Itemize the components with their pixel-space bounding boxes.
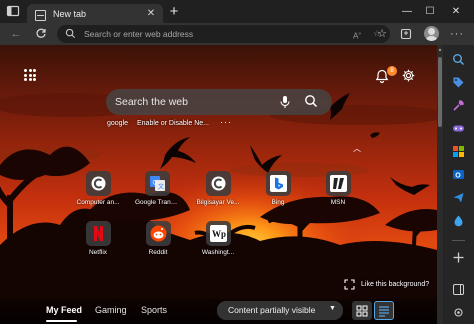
svg-text:文: 文 [158, 183, 164, 191]
back-icon[interactable]: ← [8, 26, 24, 42]
collections-icon[interactable] [398, 26, 414, 42]
search-submit-icon[interactable] [304, 94, 318, 108]
content-visibility-value: Content partially visible [228, 305, 316, 315]
tile-label: Washingt... [201, 249, 235, 256]
minimize-icon[interactable]: — [397, 2, 417, 22]
microsoft-365-icon[interactable] [452, 145, 465, 158]
add-sidebar-app-icon[interactable] [452, 251, 465, 264]
quick-link-tile[interactable]: Computer an... [76, 171, 120, 206]
quick-search-enable-disable[interactable]: Enable or Disable Ne... [137, 120, 209, 127]
active-tab-indicator [46, 320, 77, 322]
games-icon[interactable] [452, 122, 465, 135]
quick-link-tile[interactable]: MSN [316, 171, 360, 206]
tile-label: Bing [271, 199, 285, 206]
tile-label: Reddit [148, 249, 168, 256]
new-tab-button[interactable]: + [166, 4, 182, 20]
svg-text:Wp: Wp [212, 229, 226, 239]
address-placeholder: Search or enter web address [84, 29, 194, 39]
sidebar-divider [452, 240, 465, 241]
search-icon [65, 28, 76, 39]
new-tab-page: 8 Search the web google Enable or Disabl… [0, 45, 437, 324]
tile-icon-box [145, 221, 171, 246]
close-tab-icon[interactable]: ✕ [144, 7, 158, 21]
profile-avatar[interactable] [424, 26, 439, 41]
chevron-down-icon: ▼ [329, 305, 336, 312]
quick-link-tile[interactable]: Bilgisayar Ve... [196, 171, 240, 206]
like-background-link[interactable]: Like this background? [361, 281, 429, 288]
apps-launcher-icon[interactable] [24, 69, 36, 81]
tile-icon-box [265, 171, 291, 196]
tile-label: Computer an... [76, 199, 120, 206]
shopping-tag-icon[interactable] [452, 76, 465, 89]
close-window-icon[interactable]: ✕ [446, 2, 466, 22]
voice-search-mic-icon[interactable] [279, 95, 291, 109]
netflix-icon [93, 226, 103, 241]
feed-bar: My Feed Gaming Sports Content partially … [0, 299, 437, 324]
tile-icon-box [325, 171, 351, 196]
grid-view-button[interactable] [352, 301, 372, 320]
reddit-icon [150, 225, 166, 242]
address-bar[interactable]: Search or enter web address A» ☆ [57, 25, 390, 43]
c-logo-icon [91, 176, 105, 191]
expand-background-icon[interactable] [344, 279, 355, 290]
grid-layout-icon [356, 305, 368, 316]
list-view-button[interactable] [374, 301, 394, 320]
feed-tab-gaming[interactable]: Gaming [95, 305, 127, 315]
read-aloud-icon[interactable]: A» [351, 28, 363, 41]
scroll-thumb[interactable] [438, 57, 442, 127]
tile-icon-box [85, 171, 111, 196]
quick-link-tile[interactable]: Bing [256, 171, 300, 206]
c-logo-icon [211, 176, 225, 191]
list-layout-icon [379, 305, 389, 317]
bing-icon [269, 175, 287, 192]
tile-label: MSN [330, 199, 346, 206]
address-toolbar: ← Search or enter web address A» ☆ ☆ ··· [0, 23, 474, 45]
sidebar-search-icon[interactable] [452, 53, 465, 66]
quick-link-tile[interactable]: Reddit [136, 221, 180, 256]
quick-link-tile[interactable]: G文 Google Trans... [135, 171, 179, 206]
tab-actions-icon[interactable] [4, 4, 22, 22]
refresh-icon[interactable] [33, 26, 49, 42]
maximize-icon[interactable]: ☐ [420, 2, 440, 22]
msn-icon [329, 175, 347, 192]
send-icon[interactable] [452, 191, 465, 204]
web-search-box[interactable]: Search the web [106, 89, 332, 115]
page-settings-gear-icon[interactable] [401, 68, 416, 83]
quick-search-google[interactable]: google [107, 120, 128, 127]
edge-sidebar: O [443, 45, 474, 324]
more-menu-icon[interactable]: ··· [449, 26, 465, 42]
svg-text:O: O [455, 172, 461, 179]
svg-text:G: G [152, 181, 157, 187]
feed-tab-my-feed[interactable]: My Feed [46, 305, 82, 315]
content-visibility-dropdown[interactable]: Content partially visible ▼ [217, 301, 343, 320]
tile-label: Netflix [88, 249, 108, 256]
tile-icon-box: G文 [144, 171, 170, 196]
notification-count-badge: 8 [387, 66, 397, 76]
sidebar-settings-icon[interactable] [452, 283, 465, 296]
tile-label: Google Trans... [135, 199, 179, 206]
drop-icon[interactable] [452, 214, 465, 227]
outlook-icon[interactable]: O [452, 168, 465, 181]
web-search-placeholder: Search the web [115, 96, 188, 108]
tile-icon-box [205, 171, 231, 196]
tab-title: New tab [53, 9, 87, 19]
sidebar-gear-icon[interactable] [452, 306, 465, 319]
tools-icon[interactable] [452, 99, 465, 112]
favorites-icon[interactable]: ☆ [374, 26, 390, 42]
tile-icon-box: Wp [205, 221, 231, 246]
new-tab-page-icon [35, 10, 46, 21]
tile-icon-box [85, 221, 111, 246]
tile-label: Bilgisayar Ve... [196, 199, 240, 206]
feed-tab-sports[interactable]: Sports [141, 305, 167, 315]
quick-link-tile[interactable]: Wp Washingt... [196, 221, 240, 256]
washington-post-icon: Wp [209, 225, 227, 242]
collapse-quick-links-chevron-icon[interactable]: ︿ [352, 145, 362, 153]
quick-link-tile[interactable]: Netflix [76, 221, 120, 256]
quick-search-more-icon[interactable]: ··· [220, 117, 232, 127]
google-translate-icon: G文 [149, 176, 165, 191]
